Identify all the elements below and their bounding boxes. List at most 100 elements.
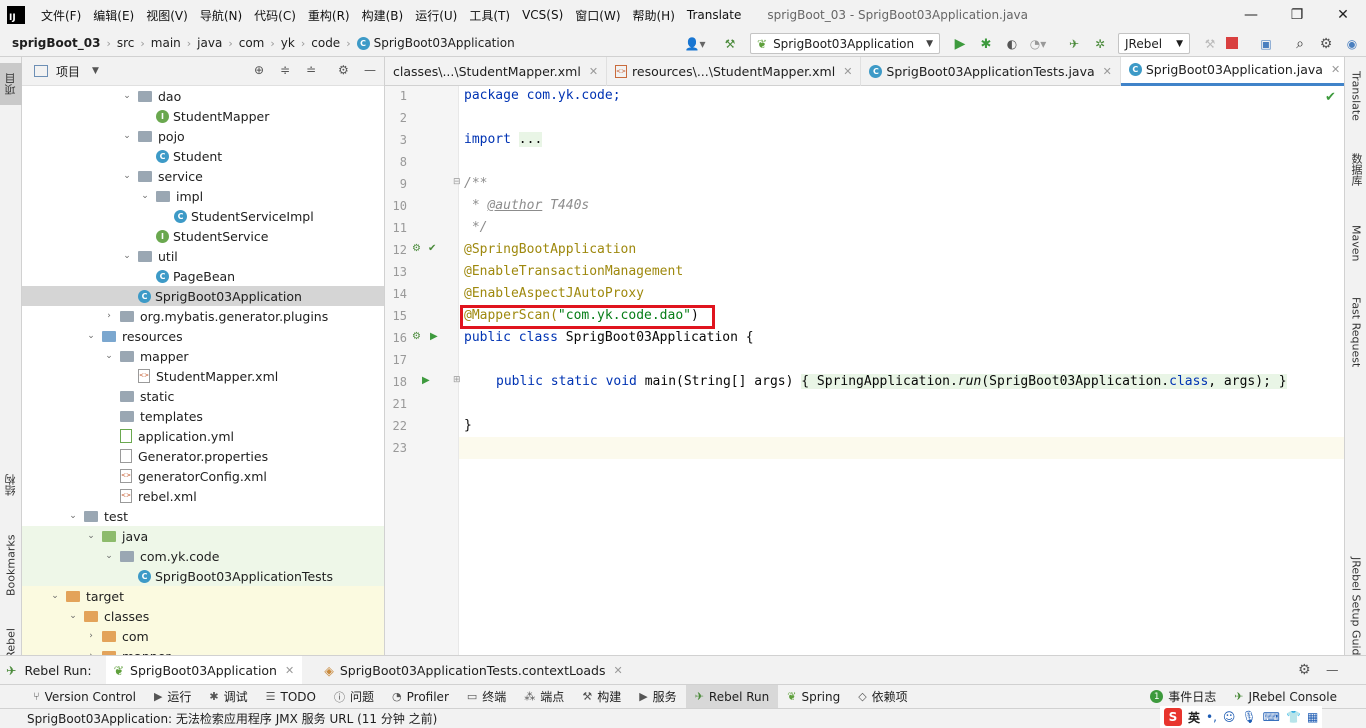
tool-problems[interactable]: ⓘ 问题	[325, 685, 383, 709]
menu-view[interactable]: 视图(V)	[140, 7, 194, 24]
close-icon[interactable]: ✕	[285, 664, 294, 677]
menu-run[interactable]: 运行(U)	[409, 7, 463, 24]
tab-resources-studentmapper-xml[interactable]: <> resources\...\StudentMapper.xml ✕	[607, 56, 862, 86]
tree-item[interactable]: ⌄ classes	[22, 606, 384, 626]
tool-version-control[interactable]: ⑂ Version Control	[24, 685, 145, 709]
collapse-all-icon[interactable]: ≐	[306, 63, 316, 77]
tree-item[interactable]: C StudentServiceImpl	[22, 206, 384, 226]
breadcrumb-code[interactable]: code	[307, 36, 344, 50]
hide-panel-icon[interactable]: —	[364, 63, 376, 77]
tool-event-log[interactable]: 1 事件日志	[1141, 685, 1225, 709]
tool-rebel-run[interactable]: ✈ Rebel Run	[685, 684, 779, 709]
ime-language[interactable]: 英	[1188, 709, 1200, 726]
close-icon[interactable]: ✕	[1103, 65, 1112, 78]
keyboard-icon[interactable]: ⌨	[1263, 710, 1280, 724]
menu-navigate[interactable]: 导航(N)	[194, 7, 248, 24]
tree-item[interactable]: ⌄ impl	[22, 186, 384, 206]
tree-item[interactable]: <> rebel.xml	[22, 486, 384, 506]
run-gutter-icon[interactable]: ▶	[430, 331, 438, 342]
chevron-down-icon[interactable]: ⌄	[68, 511, 78, 521]
tool-run[interactable]: ▶ 运行	[145, 685, 200, 709]
tab-sprigboot03application-java[interactable]: C SprigBoot03Application.java ✕	[1120, 56, 1350, 86]
menu-vcs[interactable]: VCS(S)	[516, 8, 569, 22]
menu-build[interactable]: 构建(B)	[356, 7, 410, 24]
tree-item[interactable]: C PageBean	[22, 266, 384, 286]
tab-translate[interactable]: Translate	[1345, 71, 1366, 151]
settings-gear-icon[interactable]: ⚙	[1316, 34, 1336, 54]
tree-item[interactable]: ⌄ java	[22, 526, 384, 546]
breadcrumb-main[interactable]: main	[147, 36, 185, 50]
build-hammer-icon[interactable]: ⚒	[720, 34, 740, 54]
emoji-icon[interactable]: ☺	[1223, 710, 1236, 724]
tree-item[interactable]: application.yml	[22, 426, 384, 446]
profiler-icon[interactable]: ◔▾	[1026, 34, 1050, 54]
tab-maven[interactable]: Maven	[1345, 225, 1366, 285]
rebuild-icon[interactable]: ⚒	[1200, 34, 1220, 54]
breadcrumb-com[interactable]: com	[235, 36, 269, 50]
tree-item[interactable]: › org.mybatis.generator.plugins	[22, 306, 384, 326]
close-icon[interactable]: ✕	[843, 65, 852, 78]
spring-bean-icon[interactable]: ⚙	[412, 331, 421, 342]
run-tab-application[interactable]: ❦ SprigBoot03Application ✕	[105, 656, 303, 684]
jrebel-run-icon[interactable]: ✈	[1064, 34, 1084, 54]
stop-icon[interactable]	[1226, 37, 1238, 49]
chevron-down-icon[interactable]: ⌄	[86, 531, 96, 541]
chevron-down-icon[interactable]: ⌄	[122, 131, 132, 141]
tab-fast-request[interactable]: Fast Request	[1345, 297, 1366, 387]
chevron-down-icon[interactable]: ▼	[92, 66, 99, 76]
tree-item[interactable]: C SprigBoot03ApplicationTests	[22, 566, 384, 586]
close-icon[interactable]: ✕	[589, 65, 598, 78]
tree-item[interactable]: Generator.properties	[22, 446, 384, 466]
tree-item[interactable]: ⌄ com.yk.code	[22, 546, 384, 566]
menu-window[interactable]: 窗口(W)	[569, 7, 626, 24]
tree-item[interactable]: ⌄ util	[22, 246, 384, 266]
skin-icon[interactable]: 👕	[1286, 710, 1301, 724]
chevron-down-icon[interactable]: ⌄	[122, 251, 132, 261]
menu-code[interactable]: 代码(C)	[248, 7, 302, 24]
run-icon[interactable]: ▶	[950, 34, 970, 54]
punctuation-icon[interactable]: •,	[1206, 710, 1217, 724]
tool-dependencies[interactable]: ◇ 依赖项	[849, 685, 916, 709]
spring-bean-icon[interactable]: ⚙	[412, 243, 421, 254]
chevron-down-icon[interactable]: ⌄	[50, 591, 60, 601]
assistant-icon[interactable]: ◉	[1342, 34, 1362, 54]
hide-panel-icon[interactable]: —	[1326, 662, 1339, 677]
chevron-right-icon[interactable]: ›	[104, 311, 114, 321]
tool-endpoints[interactable]: ⁂ 端点	[515, 685, 573, 709]
minimize-icon[interactable]: —	[1228, 0, 1274, 30]
tab-bookmarks[interactable]: Bookmarks	[0, 525, 22, 605]
toolbox-icon[interactable]: ▦	[1307, 710, 1318, 724]
tree-item[interactable]: ⌄ resources	[22, 326, 384, 346]
close-window-icon[interactable]: ✕	[1320, 0, 1366, 30]
tab-structure[interactable]: 结构	[0, 467, 22, 503]
tree-item[interactable]: templates	[22, 406, 384, 426]
settings-gear-icon[interactable]: ⚙	[338, 63, 349, 77]
tree-item[interactable]: I StudentService	[22, 226, 384, 246]
tree-item[interactable]: C SprigBoot03Application	[22, 286, 384, 306]
tree-item[interactable]: ⌄ test	[22, 506, 384, 526]
tool-debug[interactable]: ✱ 调试	[200, 685, 256, 709]
tool-spring[interactable]: ❦ Spring	[778, 685, 849, 709]
tab-classes-studentmapper-xml[interactable]: classes\...\StudentMapper.xml ✕	[385, 56, 608, 86]
jrebel-select[interactable]: JRebel ▼	[1118, 33, 1190, 54]
run-gutter-icon[interactable]: ▶	[422, 375, 430, 386]
chevron-down-icon[interactable]: ⌄	[122, 91, 132, 101]
tree-item[interactable]: I StudentMapper	[22, 106, 384, 126]
tree-item[interactable]: › com	[22, 626, 384, 646]
menu-tools[interactable]: 工具(T)	[463, 7, 516, 24]
close-icon[interactable]: ✕	[1331, 63, 1340, 76]
microphone-icon[interactable]: 🎙	[1241, 710, 1256, 724]
folded-method-body[interactable]: { SpringApplication.run(SprigBoot03Appli…	[801, 374, 1287, 389]
fold-icon[interactable]: ⊟	[453, 177, 461, 187]
chevron-down-icon[interactable]: ⌄	[104, 551, 114, 561]
tab-project[interactable]: 项目	[0, 63, 22, 105]
project-structure-icon[interactable]: ▣	[1256, 34, 1276, 54]
chevron-down-icon[interactable]: ⌄	[86, 331, 96, 341]
menu-refactor[interactable]: 重构(R)	[302, 7, 356, 24]
sogou-ime-icon[interactable]: S	[1164, 708, 1182, 726]
tree-item[interactable]: ⌄ dao	[22, 86, 384, 106]
tree-item[interactable]: <> StudentMapper.xml	[22, 366, 384, 386]
jrebel-debug-icon[interactable]: ✲	[1090, 34, 1110, 54]
tab-database[interactable]: 数据库	[1345, 153, 1366, 213]
menu-translate[interactable]: Translate	[681, 8, 748, 22]
